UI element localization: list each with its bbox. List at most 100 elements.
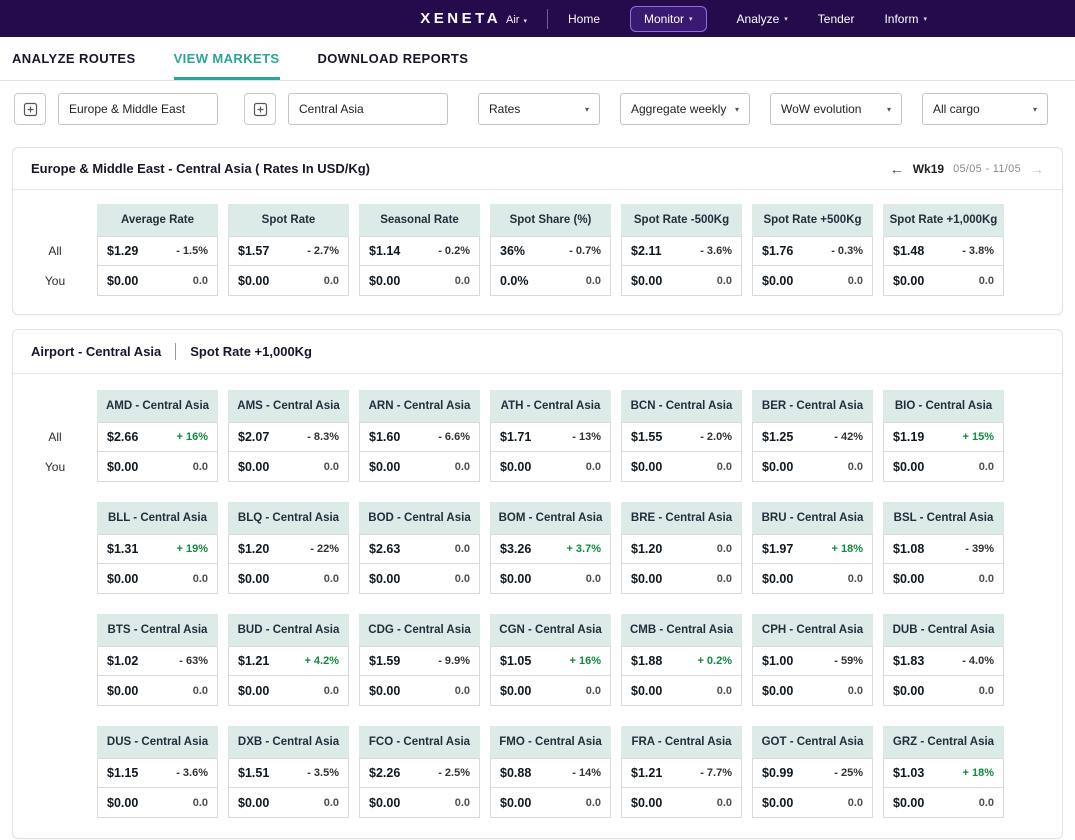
metric-card[interactable]: Average Rate$1.29- 1.5%$0.000.0 <box>97 204 218 296</box>
wow-evolution-select[interactable]: WoW evolution▾ <box>770 93 902 125</box>
rate-value: $0.00 <box>762 684 793 698</box>
airport-card[interactable]: BOM - Central Asia$3.26+ 3.7%$0.000.0 <box>490 502 611 594</box>
airport-card[interactable]: ATH - Central Asia$1.71- 13%$0.000.0 <box>490 390 611 482</box>
metric-card[interactable]: Spot Rate -500Kg$2.11- 3.6%$0.000.0 <box>621 204 742 296</box>
airport-card[interactable]: DXB - Central Asia$1.51- 3.5%$0.000.0 <box>228 726 349 818</box>
airport-card[interactable]: BSL - Central Asia$1.08- 39%$0.000.0 <box>883 502 1004 594</box>
airport-card-you-row: $0.000.0 <box>621 452 742 482</box>
airport-card[interactable]: BTS - Central Asia$1.02- 63%$0.000.0 <box>97 614 218 706</box>
airport-card[interactable]: CGN - Central Asia$1.05+ 16%$0.000.0 <box>490 614 611 706</box>
rate-value: $0.00 <box>500 796 531 810</box>
wow-change-value: - 3.6% <box>176 767 208 779</box>
airport-card[interactable]: BLL - Central Asia$1.31+ 19%$0.000.0 <box>97 502 218 594</box>
metric-card-title: Average Rate <box>97 204 218 236</box>
aggregation-select[interactable]: Aggregate weekly▾ <box>620 93 750 125</box>
airport-card-title: CDG - Central Asia <box>359 614 480 646</box>
nav-home[interactable]: Home <box>568 12 600 26</box>
rate-value: $0.00 <box>500 684 531 698</box>
rate-value: $1.48 <box>893 244 924 258</box>
airport-cards-row: DUS - Central Asia$1.15- 3.6%$0.000.0DXB… <box>13 726 1004 818</box>
airport-card[interactable]: AMD - Central Asia$2.66+ 16%$0.000.0 <box>97 390 218 482</box>
prev-week-arrow-icon[interactable]: ← <box>890 162 904 176</box>
xeneta-logo[interactable]: XENETA Air ▾ <box>420 10 527 27</box>
rate-value: $0.00 <box>369 796 400 810</box>
airport-card-all-row: $1.05+ 16% <box>490 646 611 676</box>
airport-card[interactable]: FMO - Central Asia$0.88- 14%$0.000.0 <box>490 726 611 818</box>
wow-change-value: 0.0 <box>717 797 732 809</box>
wow-change-value: 0.0 <box>586 797 601 809</box>
airport-card-all-row: $3.26+ 3.7% <box>490 534 611 564</box>
metric-card[interactable]: Spot Rate +500Kg$1.76- 0.3%$0.000.0 <box>752 204 873 296</box>
tab-view-markets[interactable]: VIEW MARKETS <box>174 37 280 80</box>
metric-card-you-row: $0.000.0 <box>621 266 742 296</box>
metric-card[interactable]: Spot Rate$1.57- 2.7%$0.000.0 <box>228 204 349 296</box>
airport-card-all-row: $1.88+ 0.2% <box>621 646 742 676</box>
rate-value: $2.11 <box>631 244 662 258</box>
add-destination-button[interactable] <box>244 93 276 125</box>
nav-monitor[interactable]: Monitor▾ <box>630 6 707 32</box>
filter-selects: Rates▾ Aggregate weekly▾ WoW evolution▾ All… <box>478 93 1048 125</box>
metric-card[interactable]: Spot Rate +1,000Kg$1.48- 3.8%$0.000.0 <box>883 204 1004 296</box>
title-divider <box>175 343 176 360</box>
tab-download-reports[interactable]: DOWNLOAD REPORTS <box>318 37 469 80</box>
airport-card[interactable]: GRZ - Central Asia$1.03+ 18%$0.000.0 <box>883 726 1004 818</box>
rate-value: $1.31 <box>107 542 138 556</box>
tab-analyze-routes[interactable]: ANALYZE ROUTES <box>12 37 136 80</box>
airport-card[interactable]: BER - Central Asia$1.25- 42%$0.000.0 <box>752 390 873 482</box>
metric-card-all-row: $1.57- 2.7% <box>228 236 349 266</box>
airport-card[interactable]: FCO - Central Asia$2.26- 2.5%$0.000.0 <box>359 726 480 818</box>
nav-analyze[interactable]: Analyze▾ <box>737 12 788 26</box>
airport-card[interactable]: BIO - Central Asia$1.19+ 15%$0.000.0 <box>883 390 1004 482</box>
chevron-down-icon: ▾ <box>784 15 788 23</box>
origin-input[interactable]: Europe & Middle East <box>58 93 218 125</box>
airport-card[interactable]: BRU - Central Asia$1.97+ 18%$0.000.0 <box>752 502 873 594</box>
airport-card[interactable]: ARN - Central Asia$1.60- 6.6%$0.000.0 <box>359 390 480 482</box>
airport-card-all-row: $2.26- 2.5% <box>359 758 480 788</box>
airport-card[interactable]: BUD - Central Asia$1.21+ 4.2%$0.000.0 <box>228 614 349 706</box>
airport-card[interactable]: AMS - Central Asia$2.07- 8.3%$0.000.0 <box>228 390 349 482</box>
airport-card[interactable]: BCN - Central Asia$1.55- 2.0%$0.000.0 <box>621 390 742 482</box>
next-week-arrow-icon[interactable]: → <box>1030 162 1044 176</box>
metric-card[interactable]: Spot Share (%)36%- 0.7%0.0%0.0 <box>490 204 611 296</box>
airport-card-title: DUS - Central Asia <box>97 726 218 758</box>
main-nav: Home Monitor▾ Analyze▾ Tender Inform▾ <box>568 6 927 32</box>
airport-card[interactable]: GOT - Central Asia$0.99- 25%$0.000.0 <box>752 726 873 818</box>
rate-value: $1.20 <box>631 542 662 556</box>
wow-change-value: 0.0 <box>586 685 601 697</box>
airport-card[interactable]: FRA - Central Asia$1.21- 7.7%$0.000.0 <box>621 726 742 818</box>
wow-change-value: 0.0 <box>193 573 208 585</box>
rates-metric-select[interactable]: Rates▾ <box>478 93 600 125</box>
airport-card[interactable]: BRE - Central Asia$1.200.0$0.000.0 <box>621 502 742 594</box>
airport-card[interactable]: BOD - Central Asia$2.630.0$0.000.0 <box>359 502 480 594</box>
nav-tender[interactable]: Tender <box>818 12 855 26</box>
nav-inform[interactable]: Inform▾ <box>884 12 927 26</box>
destination-input[interactable]: Central Asia <box>288 93 448 125</box>
wow-change-value: 0.0 <box>717 685 732 697</box>
airport-card-you-row: $0.000.0 <box>883 676 1004 706</box>
wow-change-value: - 22% <box>310 543 339 555</box>
chevron-down-icon: ▾ <box>887 105 891 114</box>
airport-card[interactable]: CPH - Central Asia$1.00- 59%$0.000.0 <box>752 614 873 706</box>
wow-change-value: - 14% <box>572 767 601 779</box>
wow-change-value: + 18% <box>963 767 995 779</box>
add-origin-button[interactable] <box>14 93 46 125</box>
airport-card-all-row: $0.88- 14% <box>490 758 611 788</box>
cards-row: BTS - Central Asia$1.02- 63%$0.000.0BUD … <box>97 614 1004 706</box>
wow-change-value: 0.0 <box>848 461 863 473</box>
metric-card[interactable]: Seasonal Rate$1.14- 0.2%$0.000.0 <box>359 204 480 296</box>
airport-card[interactable]: CMB - Central Asia$1.88+ 0.2%$0.000.0 <box>621 614 742 706</box>
airport-card[interactable]: BLQ - Central Asia$1.20- 22%$0.000.0 <box>228 502 349 594</box>
airport-card-title: CMB - Central Asia <box>621 614 742 646</box>
cargo-type-select[interactable]: All cargo▾ <box>922 93 1048 125</box>
airport-card-title: BIO - Central Asia <box>883 390 1004 422</box>
wow-change-value: 0.0 <box>324 573 339 585</box>
metric-card-you-row: $0.000.0 <box>97 266 218 296</box>
airport-card[interactable]: DUS - Central Asia$1.15- 3.6%$0.000.0 <box>97 726 218 818</box>
rate-value: $0.00 <box>238 796 269 810</box>
airport-card-title: CPH - Central Asia <box>752 614 873 646</box>
airport-card-you-row: $0.00 0.0 <box>490 788 611 818</box>
airport-card[interactable]: CDG - Central Asia$1.59- 9.9%$0.000.0 <box>359 614 480 706</box>
airport-card-all-row: $1.83- 4.0% <box>883 646 1004 676</box>
airport-card[interactable]: DUB - Central Asia$1.83- 4.0%$0.000.0 <box>883 614 1004 706</box>
airport-card-title: BER - Central Asia <box>752 390 873 422</box>
